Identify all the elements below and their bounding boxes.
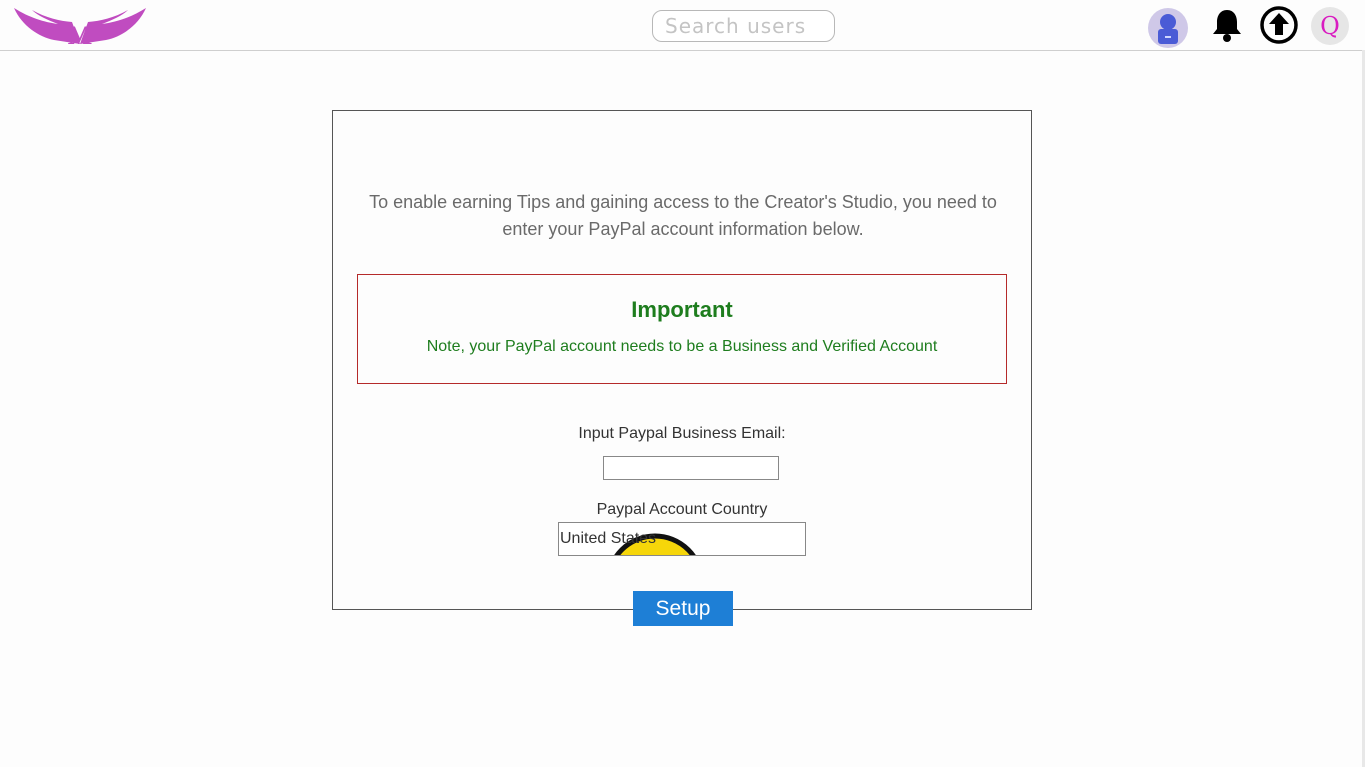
top-navigation-bar: M Q [0,0,1365,51]
country-label: Paypal Account Country [596,501,768,518]
email-label: Input Paypal Business Email: [578,425,786,442]
country-select[interactable]: United States [558,522,806,556]
user-avatar-icon[interactable] [1148,8,1188,48]
logo-wings-icon[interactable]: M [14,4,146,46]
bell-icon[interactable] [1209,7,1245,43]
important-title: Important [631,297,733,322]
setup-button[interactable]: Setup [633,591,733,626]
important-note: Note, your PayPal account needs to be a … [426,338,938,355]
profile-menu-button[interactable]: Q [1311,7,1349,45]
upload-icon[interactable] [1259,5,1299,45]
important-notice: Important Note, your PayPal account need… [357,274,1007,384]
country-selected-value: United States [560,530,657,547]
intro-text: To enable earning Tips and gaining acces… [369,192,997,239]
paypal-email-input[interactable] [603,456,779,480]
logo-letter: M [68,21,93,46]
search-users-input[interactable] [652,10,835,42]
setup-channel-card: To enable earning Tips and gaining acces… [332,110,1032,610]
